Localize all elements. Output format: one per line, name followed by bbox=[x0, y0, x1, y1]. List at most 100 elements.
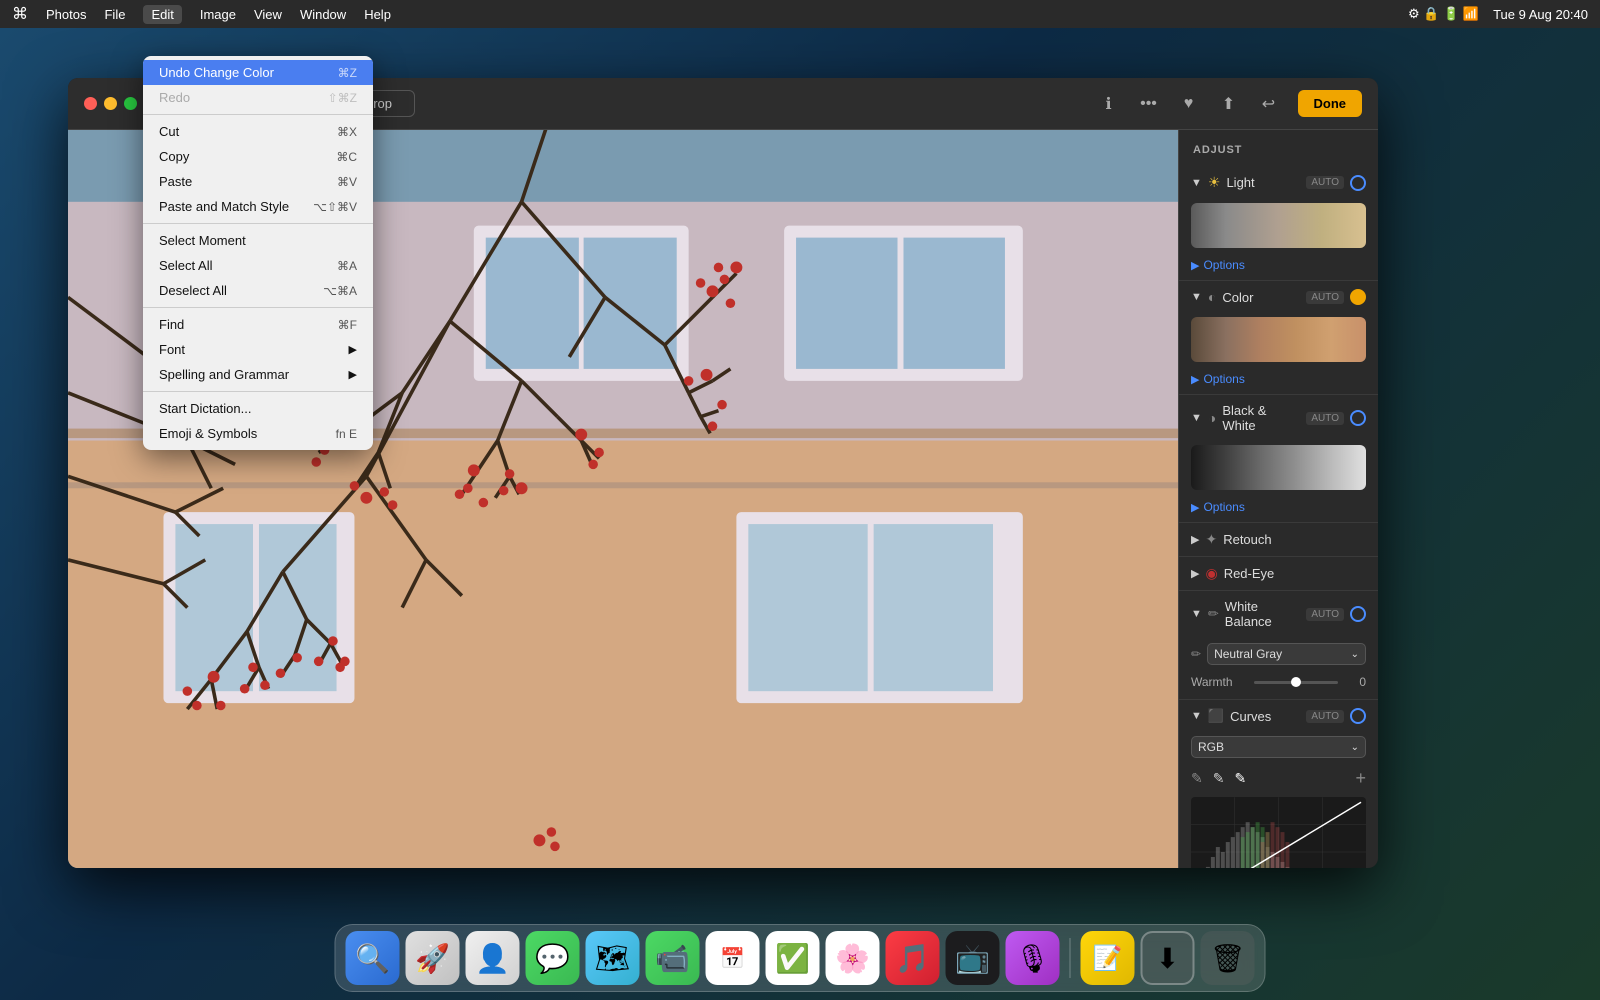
retouch-header[interactable]: ▶ ✦ Retouch bbox=[1179, 523, 1378, 556]
eyedropper-gray-icon[interactable]: ✎ bbox=[1213, 770, 1225, 787]
menu-emoji-shortcut: fn E bbox=[336, 427, 357, 441]
dock-downloads[interactable]: ⬇ bbox=[1141, 931, 1195, 985]
chevron-right-icon-retouch: ▶ bbox=[1191, 533, 1199, 546]
menu-redo[interactable]: Redo ⇧⌘Z bbox=[143, 85, 373, 110]
maximize-button[interactable] bbox=[124, 97, 137, 110]
light-options[interactable]: ▶ Options bbox=[1179, 256, 1378, 280]
menubar-help[interactable]: Help bbox=[364, 7, 391, 22]
rgb-channel-select[interactable]: RGB ⌄ bbox=[1191, 736, 1366, 758]
menu-deselect-all[interactable]: Deselect All ⌥⌘A bbox=[143, 278, 373, 303]
menu-undo-shortcut: ⌘Z bbox=[338, 66, 357, 80]
menu-dictation[interactable]: Start Dictation... bbox=[143, 396, 373, 421]
menu-find-label: Find bbox=[159, 317, 338, 332]
chevron-down-icon-bw: ▼ bbox=[1191, 412, 1202, 424]
dock-calendar[interactable]: 📅 bbox=[706, 931, 760, 985]
wb-mode-select[interactable]: Neutral Gray ⌄ bbox=[1207, 643, 1366, 665]
menu-copy[interactable]: Copy ⌘C bbox=[143, 144, 373, 169]
bw-icon: ◑ bbox=[1208, 410, 1216, 426]
bw-toggle[interactable] bbox=[1350, 410, 1366, 426]
bw-auto-badge: AUTO bbox=[1306, 412, 1344, 425]
dock-finder[interactable]: 🔍 bbox=[346, 931, 400, 985]
menu-cut[interactable]: Cut ⌘X bbox=[143, 119, 373, 144]
menubar-image[interactable]: Image bbox=[200, 7, 236, 22]
dock-launchpad[interactable]: 🚀 bbox=[406, 931, 460, 985]
menu-paste-match-label: Paste and Match Style bbox=[159, 199, 313, 214]
dock-trash[interactable]: 🗑 bbox=[1201, 931, 1255, 985]
menu-select-all-label: Select All bbox=[159, 258, 337, 273]
traffic-lights bbox=[84, 97, 137, 110]
menu-font[interactable]: Font ▶ bbox=[143, 337, 373, 362]
dock-messages[interactable]: 💬 bbox=[526, 931, 580, 985]
menubar-file[interactable]: File bbox=[104, 7, 125, 22]
menubar-window[interactable]: Window bbox=[300, 7, 346, 22]
dock-reminders[interactable]: ✅ bbox=[766, 931, 820, 985]
chevron-right-icon-redeye: ▶ bbox=[1191, 567, 1199, 580]
menu-redo-label: Redo bbox=[159, 90, 328, 105]
color-toggle[interactable] bbox=[1350, 289, 1366, 305]
dock-notes[interactable]: 📝 bbox=[1081, 931, 1135, 985]
done-button[interactable]: Done bbox=[1298, 90, 1363, 117]
curves-tools: ✎ ✎ ✎ + bbox=[1179, 764, 1378, 793]
curves-graph bbox=[1191, 797, 1366, 868]
redeye-section: ▶ ◉ Red-Eye bbox=[1179, 557, 1378, 591]
light-header[interactable]: ▼ ☀ Light AUTO bbox=[1179, 166, 1378, 199]
dock-podcasts[interactable]: 🎙 bbox=[1006, 931, 1060, 985]
share-icon[interactable]: ⬆ bbox=[1218, 93, 1240, 115]
wb-toggle[interactable] bbox=[1350, 606, 1366, 622]
add-point-icon[interactable]: + bbox=[1355, 768, 1366, 789]
dock-appletv[interactable]: 📺 bbox=[946, 931, 1000, 985]
bw-preview bbox=[1191, 445, 1366, 490]
curves-toggle[interactable] bbox=[1350, 708, 1366, 724]
eyedropper-white-icon[interactable]: ✎ bbox=[1234, 770, 1246, 787]
wb-header[interactable]: ▼ ✏ White Balance AUTO bbox=[1179, 591, 1378, 637]
menu-emoji[interactable]: Emoji & Symbols fn E bbox=[143, 421, 373, 446]
dock-music[interactable]: 🎵 bbox=[886, 931, 940, 985]
warmth-slider[interactable] bbox=[1254, 681, 1338, 684]
menubar-photos[interactable]: Photos bbox=[46, 7, 86, 22]
dock-divider bbox=[1070, 938, 1071, 978]
menu-paste-label: Paste bbox=[159, 174, 337, 189]
menu-find-shortcut: ⌘F bbox=[338, 318, 357, 332]
menu-deselect-all-shortcut: ⌥⌘A bbox=[323, 284, 357, 298]
menu-select-all[interactable]: Select All ⌘A bbox=[143, 253, 373, 278]
revert-icon[interactable]: ↩ bbox=[1258, 93, 1280, 115]
dock-maps[interactable]: 🗺 bbox=[586, 931, 640, 985]
color-options[interactable]: ▶ Options bbox=[1179, 370, 1378, 394]
curves-header[interactable]: ▼ ⬛ Curves AUTO bbox=[1179, 700, 1378, 732]
heart-icon[interactable]: ♥ bbox=[1178, 93, 1200, 115]
menu-copy-label: Copy bbox=[159, 149, 336, 164]
separator-2 bbox=[143, 223, 373, 224]
redeye-header[interactable]: ▶ ◉ Red-Eye bbox=[1179, 557, 1378, 590]
menu-select-moment-label: Select Moment bbox=[159, 233, 357, 248]
menu-find[interactable]: Find ⌘F bbox=[143, 312, 373, 337]
menu-paste[interactable]: Paste ⌘V bbox=[143, 169, 373, 194]
bw-header[interactable]: ▼ ◑ Black & White AUTO bbox=[1179, 395, 1378, 441]
wb-auto-badge: AUTO bbox=[1306, 608, 1344, 621]
menu-select-moment[interactable]: Select Moment bbox=[143, 228, 373, 253]
dock-contacts[interactable]: 👤 bbox=[466, 931, 520, 985]
warmth-label: Warmth bbox=[1191, 675, 1246, 689]
more-icon[interactable]: ••• bbox=[1138, 93, 1160, 115]
color-header[interactable]: ▼ ◐ Color AUTO bbox=[1179, 281, 1378, 313]
apple-menu[interactable]: ⌘ bbox=[12, 4, 28, 24]
menu-spelling[interactable]: Spelling and Grammar ▶ bbox=[143, 362, 373, 387]
info-icon[interactable]: ℹ bbox=[1098, 93, 1120, 115]
adjust-panel: ADJUST ▼ ☀ Light AUTO ▶ Options bbox=[1178, 130, 1378, 868]
minimize-button[interactable] bbox=[104, 97, 117, 110]
light-toggle[interactable] bbox=[1350, 175, 1366, 191]
chevron-down-icon-curves: ▼ bbox=[1191, 710, 1202, 722]
close-button[interactable] bbox=[84, 97, 97, 110]
wb-mode-icon: ✏ bbox=[1191, 647, 1201, 661]
edit-menu: Undo Change Color ⌘Z Redo ⇧⌘Z Cut ⌘X Cop… bbox=[143, 56, 373, 450]
menubar-right: ⚙ 🔒 🔋 📶 Tue 9 Aug 20:40 bbox=[1408, 6, 1588, 22]
menubar-edit[interactable]: Edit bbox=[143, 5, 181, 24]
bw-options[interactable]: ▶ Options bbox=[1179, 498, 1378, 522]
dock-facetime[interactable]: 📹 bbox=[646, 931, 700, 985]
dock-photos[interactable]: 🌸 bbox=[826, 931, 880, 985]
menu-select-all-shortcut: ⌘A bbox=[337, 259, 357, 273]
color-section: ▼ ◐ Color AUTO ▶ Options bbox=[1179, 281, 1378, 395]
menu-undo[interactable]: Undo Change Color ⌘Z bbox=[143, 60, 373, 85]
menu-paste-match[interactable]: Paste and Match Style ⌥⇧⌘V bbox=[143, 194, 373, 219]
eyedropper-black-icon[interactable]: ✎ bbox=[1191, 770, 1203, 787]
menubar-view[interactable]: View bbox=[254, 7, 282, 22]
